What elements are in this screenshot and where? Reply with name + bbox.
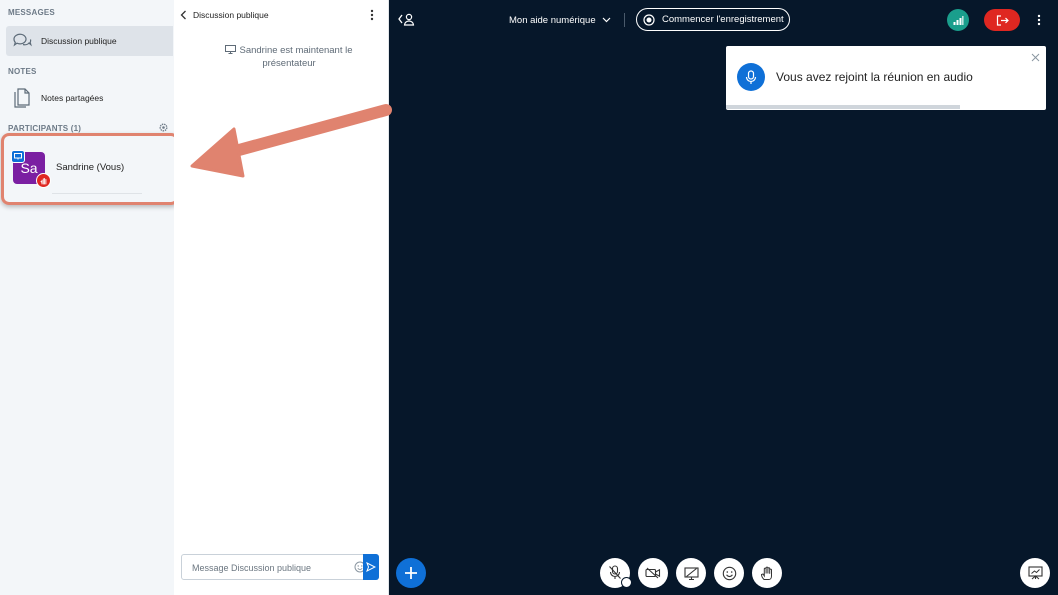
annotation-arrow: [190, 104, 392, 178]
